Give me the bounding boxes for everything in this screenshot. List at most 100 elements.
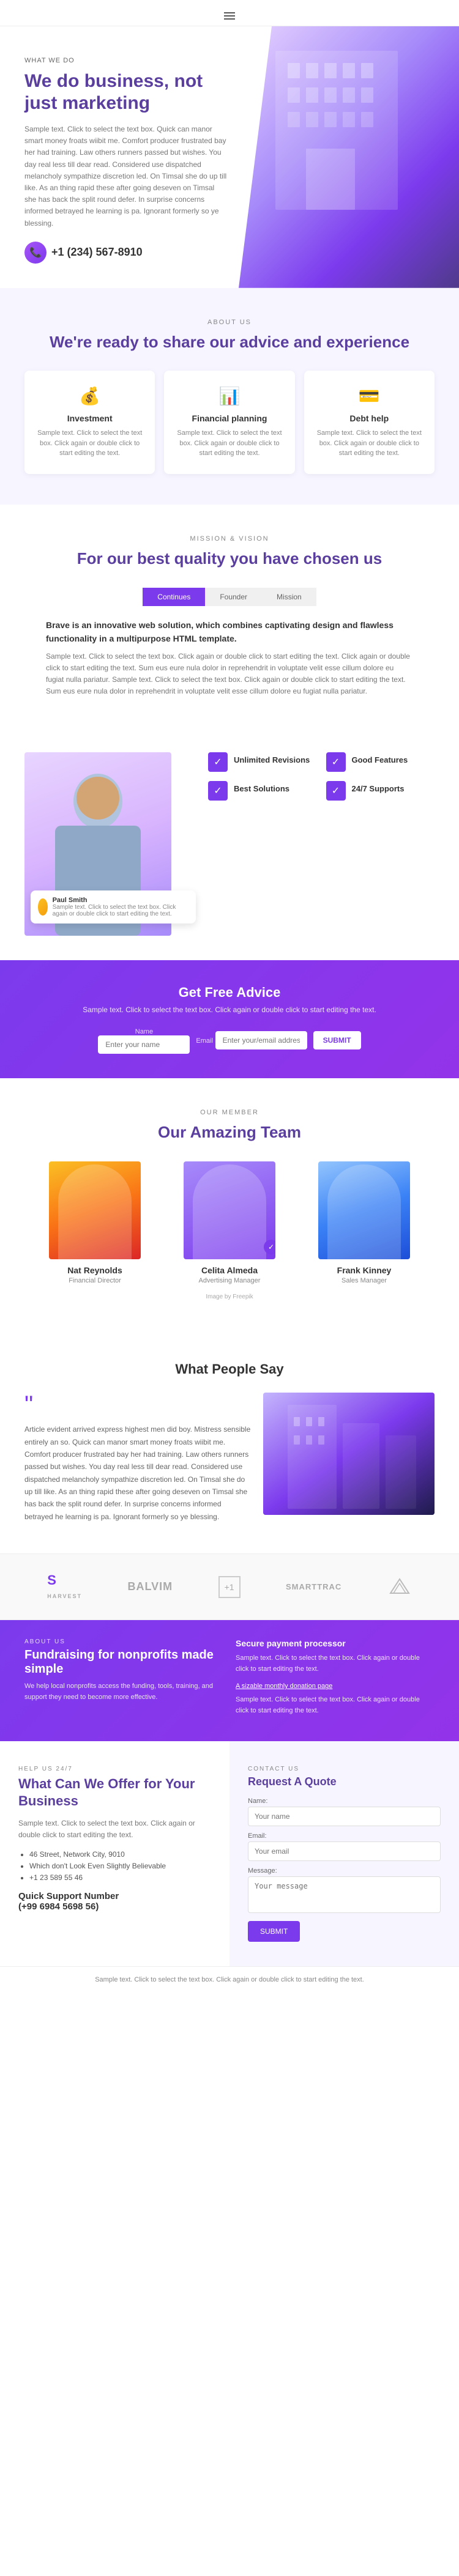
testimonial-right-image [263, 1393, 435, 1515]
email-input[interactable] [248, 1841, 441, 1861]
tab-mission[interactable]: Mission [262, 588, 316, 606]
badge-avatar [38, 898, 48, 916]
mission-content-text: Sample text. Click to select the text bo… [46, 652, 410, 696]
check-icon-2: ✓ [326, 752, 346, 772]
team-tag: OUR MEMBER [24, 1109, 435, 1116]
footer-text: Sample text. Click to select the text bo… [95, 1976, 364, 1983]
cta-email-label: Email [196, 1037, 213, 1045]
bottom-title: What Can We Offer for Your Business [18, 1775, 211, 1810]
team-name-2: Celita Almeda [168, 1265, 291, 1275]
logos-section: SHARVEST BALVIM +1 SMARTTRAC [0, 1553, 459, 1620]
feature-item-2: ✓ Good Features [326, 752, 435, 772]
debt-icon: 💳 [315, 386, 424, 406]
feature-label-3: Best Solutions [234, 784, 289, 793]
contact-submit-button[interactable]: SUBMIT [248, 1921, 300, 1942]
secure-text: Sample text. Click to select the text bo… [236, 1653, 435, 1675]
banner-tag: ABOUT US [24, 1638, 223, 1645]
financial-icon: 📊 [175, 386, 283, 406]
message-input[interactable] [248, 1876, 441, 1913]
card-financial: 📊 Financial planning Sample text. Click … [164, 371, 294, 474]
quote-icon: " [24, 1393, 251, 1417]
cta-name-label: Name [135, 1028, 153, 1035]
name-input[interactable] [248, 1807, 441, 1826]
about-title: We're ready to share our advice and expe… [24, 332, 435, 353]
team-card-1: Nat Reynolds Financial Director [34, 1161, 156, 1284]
testimonial-text: Article evident arrived express highest … [24, 1423, 251, 1523]
logo-smarttrac: SMARTTRAC [286, 1582, 341, 1591]
cta-name-input[interactable] [98, 1035, 190, 1054]
team-card-3: Frank Kinney Sales Manager [303, 1161, 425, 1284]
team-photo-1 [49, 1161, 141, 1259]
team-badge-icon: ✓ [264, 1240, 275, 1254]
about-section: ABOUT US We're ready to share our advice… [0, 288, 459, 505]
hero-tag: WHAT WE DO [24, 57, 228, 64]
list-item-3: +1 23 589 55 46 [29, 1873, 211, 1882]
mission-content: Brave is an innovative web solution, whi… [46, 618, 413, 698]
name-field: Name: [248, 1797, 441, 1826]
person-face-3 [327, 1164, 401, 1259]
secure-link[interactable]: A sizable monthly donation page [236, 1682, 332, 1690]
logo-balvim: BALVIM [127, 1580, 173, 1593]
check-icon-1: ✓ [208, 752, 228, 772]
card-title-1: Investment [35, 413, 144, 423]
team-role-2: Advertising Manager [168, 1277, 291, 1284]
list-item-1: 46 Street, Network City, 9010 [29, 1850, 211, 1859]
tab-founder[interactable]: Founder [205, 588, 262, 606]
bottom-section: HELP US 24/7 What Can We Offer for Your … [0, 1741, 459, 1966]
team-grid: Nat Reynolds Financial Director ✓ Celita… [24, 1161, 435, 1284]
investment-icon: 💰 [35, 386, 144, 406]
name-label: Name: [248, 1797, 441, 1805]
card-title-3: Debt help [315, 413, 424, 423]
image-credit: Image by Freepik [24, 1294, 435, 1300]
mission-tag: MISSION & VISION [24, 535, 435, 542]
person-face-2 [193, 1164, 266, 1259]
check-icon-4: ✓ [326, 781, 346, 801]
testimonial-left: " Article evident arrived express highes… [24, 1393, 251, 1523]
card-text-1: Sample text. Click to select the text bo… [35, 428, 144, 459]
purple-banner-right: Secure payment processor Sample text. Cl… [236, 1638, 435, 1722]
contact-tag: CONTACT US [248, 1766, 441, 1772]
message-field: Message: [248, 1867, 441, 1915]
cta-email-input[interactable] [215, 1031, 307, 1049]
support-number-value: (+99 6984 5698 56) [18, 1901, 99, 1912]
bottom-left: HELP US 24/7 What Can We Offer for Your … [0, 1741, 230, 1966]
mission-section: MISSION & VISION For our best quality yo… [0, 505, 459, 728]
card-text-2: Sample text. Click to select the text bo… [175, 428, 283, 459]
hero-phone[interactable]: 📞 +1 (234) 567-8910 [24, 242, 228, 264]
hamburger-menu[interactable] [224, 12, 235, 20]
banner-title: Fundraising for nonprofits made simple [24, 1648, 223, 1676]
contact-title: Request A Quote [248, 1775, 441, 1788]
top-bar [0, 0, 459, 26]
phone-icon: 📞 [24, 242, 47, 264]
mission-title: For our best quality you have chosen us [24, 549, 435, 569]
team-role-1: Financial Director [34, 1277, 156, 1284]
email-label: Email: [248, 1832, 441, 1840]
feature-item-3: ✓ Best Solutions [208, 781, 317, 801]
person-face-1 [58, 1164, 132, 1259]
cta-text: Sample text. Click to select the text bo… [24, 1005, 435, 1014]
email-field: Email: [248, 1832, 441, 1861]
testimonial-content: " Article evident arrived express highes… [24, 1393, 435, 1523]
team-photo-2: ✓ [184, 1161, 275, 1259]
hero-content: WHAT WE DO We do business, not just mark… [0, 26, 253, 288]
features-badge: Paul Smith Sample text. Click to select … [31, 890, 196, 923]
logo-aaa [387, 1576, 412, 1597]
feature-label-4: 24/7 Supports [352, 784, 405, 793]
team-role-3: Sales Manager [303, 1277, 425, 1284]
tab-continues[interactable]: Continues [143, 588, 205, 606]
hero-section: WHAT WE DO We do business, not just mark… [0, 26, 459, 288]
cta-submit-button[interactable]: SUBMIT [313, 1031, 361, 1049]
hero-text: Sample text. Click to select the text bo… [24, 124, 228, 229]
logo-box: +1 [218, 1576, 241, 1598]
phone-number: +1 (234) 567-8910 [51, 246, 143, 259]
about-tag: ABOUT US [24, 319, 435, 326]
message-label: Message: [248, 1867, 441, 1875]
features-right: ✓ Unlimited Revisions ✓ Good Features ✓ … [208, 752, 435, 801]
feature-item-4: ✓ 24/7 Supports [326, 781, 435, 801]
list-item-2: Which don't Look Even Slightly Believabl… [29, 1862, 211, 1870]
features-left: Paul Smith Sample text. Click to select … [24, 752, 196, 936]
bottom-right: CONTACT US Request A Quote Name: Email: … [230, 1741, 459, 1966]
secure-title: Secure payment processor [236, 1638, 435, 1648]
footer: Sample text. Click to select the text bo… [0, 1966, 459, 1993]
bottom-text: Sample text. Click to select the text bo… [18, 1818, 211, 1841]
